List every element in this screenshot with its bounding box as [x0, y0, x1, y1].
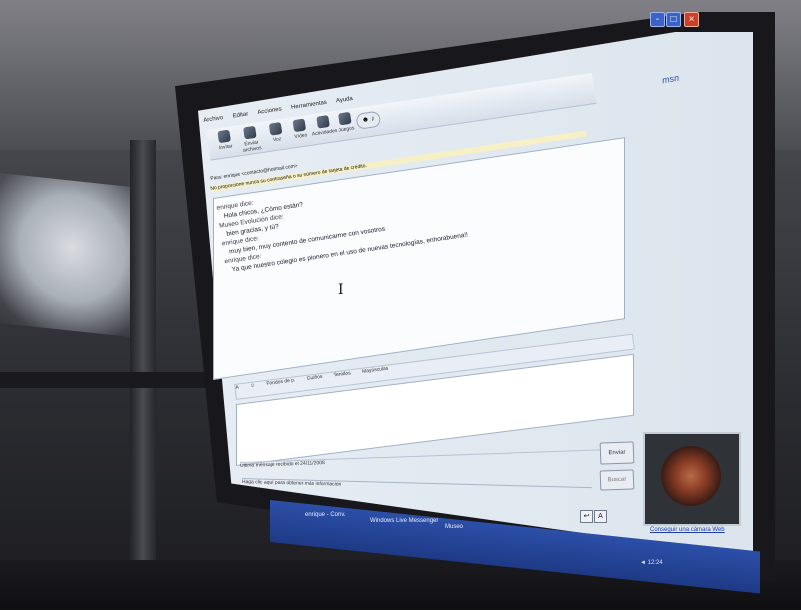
- window-controls: - □ ×: [650, 12, 700, 30]
- menu-editar[interactable]: Editar: [232, 111, 248, 119]
- invite-button[interactable]: Invitar: [210, 129, 239, 153]
- voice-icon: [268, 122, 283, 136]
- font-button[interactable]: A: [235, 384, 239, 390]
- games-button[interactable]: Juegos: [331, 111, 360, 135]
- system-tray[interactable]: ◄ 12:24: [640, 560, 663, 566]
- window-light: [0, 172, 140, 338]
- send-files-button[interactable]: Enviar archivos: [236, 125, 266, 155]
- close-button[interactable]: ×: [684, 12, 699, 27]
- reply-button[interactable]: ↩: [580, 510, 593, 523]
- files-icon: [243, 125, 257, 140]
- get-webcam-link[interactable]: Conseguir una cámara Web: [650, 527, 725, 533]
- webcam-placeholder-icon: [661, 446, 721, 506]
- search-button[interactable]: Buscar: [599, 469, 635, 491]
- taskbar-item[interactable]: Museo: [445, 524, 463, 530]
- caps-button[interactable]: Mayúsculas: [362, 366, 389, 375]
- maximize-button[interactable]: □: [666, 12, 681, 27]
- format-buttons: ↩ A: [580, 510, 608, 523]
- taskbar-item[interactable]: Windows Live Messenger: [370, 518, 438, 524]
- backgrounds-button[interactable]: Fondos de p.: [266, 377, 296, 387]
- emote-button[interactable]: ☻ ♪: [355, 110, 382, 130]
- wall-band: [0, 372, 240, 388]
- text-cursor-icon: I: [338, 282, 344, 298]
- webcam-display: [643, 432, 741, 526]
- tinted-button[interactable]: Tenidos: [333, 370, 351, 378]
- invite-icon: [217, 129, 231, 144]
- activities-icon: [316, 114, 330, 129]
- video-icon: [292, 118, 307, 133]
- menu-ayuda[interactable]: Ayuda: [336, 96, 354, 104]
- taskbar-item[interactable]: enrique - Conv.: [305, 512, 346, 518]
- games-icon: [338, 111, 352, 126]
- text-format-button[interactable]: A: [594, 510, 607, 523]
- winks-button[interactable]: Guiños: [306, 374, 322, 382]
- send-button[interactable]: Enviar: [599, 441, 635, 465]
- emoticon-button[interactable]: ☺: [250, 382, 256, 389]
- minimize-button[interactable]: -: [650, 12, 665, 27]
